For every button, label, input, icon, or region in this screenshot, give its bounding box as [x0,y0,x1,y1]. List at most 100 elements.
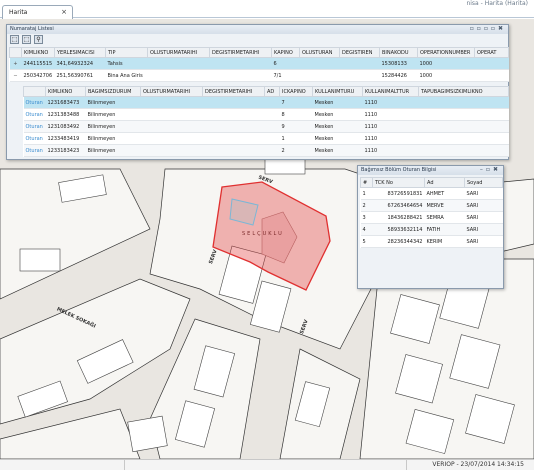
cell: 1110 [362,132,419,145]
column-header[interactable]: TCK No [372,177,425,188]
table-row[interactable]: 5 28236344342 KERIM SARI [360,235,503,248]
column-header[interactable]: # [360,177,373,188]
table-row[interactable]: − 250342706 251,56390761 Bina Ana Giris … [9,69,509,82]
column-header[interactable]: TIP [105,47,148,58]
collapse-icon[interactable]: − [9,69,22,82]
table-row[interactable]: Oturan 1231683473 Bilinmeyen 7 Mesken 11… [23,96,509,109]
window-controls[interactable]: –▫✖ [480,166,501,173]
zoom-tool-icon[interactable]: ⚲ [34,35,43,44]
cell: 1231683473 [45,96,86,109]
tab-harita[interactable]: Harita × [2,5,73,19]
table-row[interactable]: 3 18436288421 SEMRA SARI [360,211,503,224]
column-header[interactable]: OPERATIONNUMBER [417,47,475,58]
cell [202,108,265,121]
status-cell [0,460,125,470]
column-header[interactable]: KIMLIKNO [21,47,55,58]
cell [474,57,509,70]
column-header[interactable]: ICKAPINO [279,86,313,97]
column-header[interactable]: OLUSTURAN [299,47,340,58]
close-icon[interactable]: × [61,8,67,16]
oturan-window: Bağımsız Bölüm Oturan Bilgisi –▫✖ # TCK … [357,165,504,289]
column-header[interactable]: KULLANIMTURU [312,86,363,97]
cell: KERIM [424,235,465,248]
column-header[interactable]: KIMLIKNO [45,86,86,97]
oturan-link[interactable]: Oturan [23,144,46,157]
cell [140,108,203,121]
cell: SARI [464,223,503,236]
column-header[interactable] [23,86,46,97]
column-header[interactable]: AD [264,86,280,97]
column-header[interactable]: BINAKODU [379,47,418,58]
column-header[interactable]: OPERAT [474,47,509,58]
column-header[interactable] [9,47,22,58]
cell: 1233483419 [45,132,86,145]
column-header[interactable]: KAPINO [271,47,300,58]
pan-tool-icon[interactable]: ⬚ [22,35,31,44]
select-tool-icon[interactable]: ⬚ [10,35,19,44]
table-row[interactable]: Oturan 1233183423 Bilinmeyen 2 Mesken 11… [23,144,509,157]
oturan-link[interactable]: Oturan [23,132,46,145]
version-info: VERIOP - 23/07/2014 14:34:15 [432,461,524,468]
column-header[interactable]: TAPUBAGIMSIZKIMLIKNO [418,86,509,97]
column-header[interactable]: BAGIMSIZDURUM [85,86,141,97]
parcel-table: KIMLIKNO YERLESIMACISI TIP OLUSTURMATARI… [9,47,509,82]
table-row[interactable]: 1 83726591831 AHMET SARI [360,187,503,200]
cell: 4 [360,223,373,236]
tab-label: Harita [9,9,28,16]
column-header[interactable]: OLUSTURMATARIHI [147,47,210,58]
column-header[interactable]: DEGISTIRMETARIHI [202,86,265,97]
table-row[interactable]: Oturan 1233483419 Bilinmeyen 1 Mesken 11… [23,132,509,145]
cell: 244115515 [21,57,55,70]
column-header[interactable]: YERLESIMACISI [54,47,106,58]
table-row[interactable]: + 244115515 341,64932324 Tahsis 6 153081… [9,57,509,70]
cell [264,108,280,121]
cell: Bilinmeyen [85,108,141,121]
cell: SARI [464,187,503,200]
cell: FATIH [424,223,465,236]
cell: Bina Ana Giris [105,69,148,82]
cell: 1110 [362,120,419,133]
column-header[interactable]: Soyad [464,177,503,188]
column-header[interactable]: DEGISTIRMETARIHI [209,47,272,58]
cell: 7/1 [271,69,300,82]
cell: SARI [464,235,503,248]
window-title: Numarataj Listesi [10,26,54,32]
cell [264,120,280,133]
table-row[interactable]: Oturan 1231383488 Bilinmeyen 8 Mesken 11… [23,108,509,121]
cell: Mesken [312,96,363,109]
table-row[interactable]: Oturan 1231083492 Bilinmeyen 9 Mesken 11… [23,120,509,133]
cell [418,96,509,109]
window-title: Bağımsız Bölüm Oturan Bilgisi [361,167,437,173]
cell [264,132,280,145]
column-header[interactable]: OLUSTURMATARIHI [140,86,203,97]
cell: 341,64932324 [54,57,106,70]
cell [140,120,203,133]
cell: 1 [360,187,373,200]
cell [418,108,509,121]
cell: 251,56390761 [54,69,106,82]
oturan-link[interactable]: Oturan [23,120,46,133]
status-bar: VERIOP - 23/07/2014 14:34:15 [0,459,534,470]
cell: 1000 [417,69,475,82]
cell: Mesken [312,120,363,133]
cell: Mesken [312,132,363,145]
unit-table: KIMLIKNO BAGIMSIZDURUM OLUSTURMATARIHI D… [23,86,509,157]
status-cell [125,460,407,470]
oturan-link[interactable]: Oturan [23,108,46,121]
numarataj-title-bar: Numarataj Listesi ▫▫▫▫✖ [7,25,508,34]
column-header[interactable]: DEGISTIREN [339,47,380,58]
table-row[interactable]: 2 67263464654 MERVE SARI [360,199,503,212]
expand-icon[interactable]: + [9,57,22,70]
oturan-link[interactable]: Oturan [23,96,46,109]
cell: 1110 [362,96,419,109]
column-header[interactable]: KULLANIMALTTUR [362,86,419,97]
cell [299,57,340,70]
column-header[interactable]: Ad [424,177,465,188]
cell: 1233183423 [45,144,86,157]
cell: 8 [279,108,313,121]
cell [202,132,265,145]
cell: 9 [279,120,313,133]
table-row[interactable]: 4 58933632114 FATIH SARI [360,223,503,236]
cell: 250342706 [21,69,55,82]
cell [299,69,340,82]
